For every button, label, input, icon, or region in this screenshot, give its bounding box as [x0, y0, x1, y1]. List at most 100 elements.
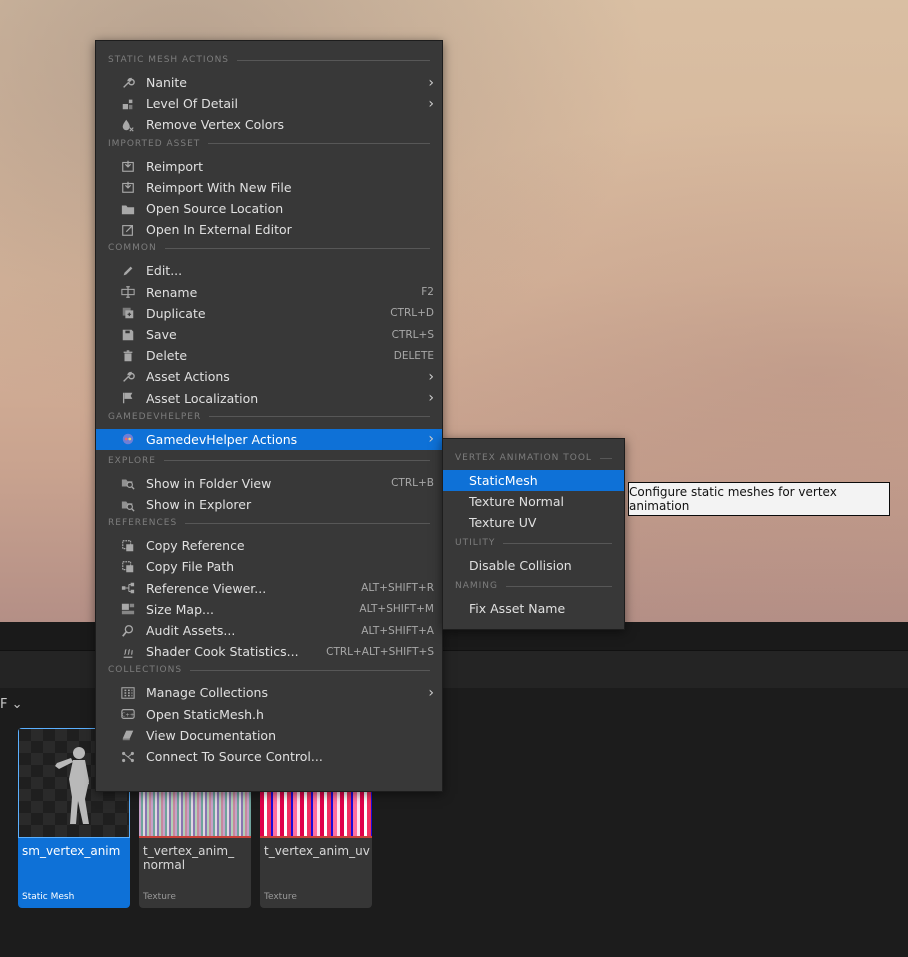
- gamedevhelper-submenu: VERTEX ANIMATION TOOL StaticMesh Texture N…: [442, 438, 625, 630]
- section-divider: [208, 143, 430, 145]
- duplicate-icon: [120, 305, 136, 321]
- menu-item-open-in-external-editor[interactable]: Open In External Editor: [96, 219, 442, 240]
- section-header-static-mesh-actions: STATIC MESH ACTIONS: [108, 53, 430, 67]
- section-divider: [503, 542, 612, 544]
- menu-item-show-in-folder-view[interactable]: Show in Folder View CTRL+B: [96, 473, 442, 494]
- menu-item-shader-cook-statistics[interactable]: Shader Cook Statistics... CTRL+ALT+SHIFT+…: [96, 641, 442, 662]
- cpp-file-icon: C++: [120, 706, 136, 722]
- menu-item-label: Fix Asset Name: [469, 601, 566, 616]
- chevron-right-icon: ›: [428, 368, 434, 385]
- menu-item-connect-to-source-control[interactable]: Connect To Source Control...: [96, 746, 442, 767]
- menu-item-label: View Documentation: [146, 727, 276, 743]
- shortcut-text: CTRL+B: [391, 477, 434, 490]
- menu-item-label: StaticMesh: [469, 473, 538, 488]
- menu-item-nanite[interactable]: Nanite ›: [96, 72, 442, 93]
- section-header-gamedevhelper: GAMEDEVHELPER: [108, 410, 430, 424]
- menu-item-label: Reimport: [146, 158, 204, 174]
- asset-name: sm_vertex_anim: [22, 844, 121, 858]
- menu-item-label: Reference Viewer...: [146, 580, 267, 596]
- section-divider: [237, 59, 430, 61]
- asset-name: t_vertex_anim_uv: [264, 844, 370, 858]
- folder-search-icon: [120, 497, 136, 513]
- submenu-item-fix-asset-name[interactable]: Fix Asset Name: [443, 598, 624, 619]
- section-divider: [164, 247, 430, 249]
- submenu-item-texture-uv[interactable]: Texture UV: [443, 512, 624, 533]
- menu-item-label: Level Of Detail: [146, 96, 239, 112]
- section-header-text: NAMING: [455, 581, 499, 591]
- submenu-item-disable-collision[interactable]: Disable Collision: [443, 555, 624, 576]
- menu-item-duplicate[interactable]: Duplicate CTRL+D: [96, 303, 442, 324]
- asset-context-menu: STATIC MESH ACTIONS Nanite › Level Of Detai…: [95, 40, 443, 792]
- shortcut-text: CTRL+S: [391, 328, 434, 341]
- menu-item-show-in-explorer[interactable]: Show in Explorer: [96, 494, 442, 515]
- audit-icon: [120, 623, 136, 639]
- submenu-item-staticmesh[interactable]: StaticMesh: [443, 470, 624, 491]
- section-header-text: GAMEDEVHELPER: [108, 411, 202, 422]
- folder-search-icon: [120, 475, 136, 491]
- menu-item-asset-localization[interactable]: Asset Localization ›: [96, 388, 442, 409]
- menu-item-label: Rename: [146, 284, 198, 300]
- shortcut-text: CTRL+ALT+SHIFT+S: [326, 645, 434, 658]
- asset-name: t_vertex_anim_ normal: [143, 844, 235, 872]
- menu-item-asset-actions[interactable]: Asset Actions ›: [96, 366, 442, 387]
- chevron-right-icon: ›: [428, 684, 434, 701]
- menu-item-label: Texture Normal: [469, 494, 564, 509]
- texture-bar: [139, 836, 251, 838]
- external-link-icon: [120, 222, 136, 238]
- menu-item-label: Edit...: [146, 263, 183, 279]
- menu-item-label: Size Map...: [146, 601, 214, 617]
- section-header-text: EXPLORE: [108, 455, 156, 466]
- menu-item-remove-vertex-colors[interactable]: Remove Vertex Colors: [96, 114, 442, 135]
- shortcut-text: F2: [421, 286, 434, 299]
- tooltip: Configure static meshes for vertex anima…: [628, 482, 890, 516]
- menu-item-reimport-with-new-file[interactable]: Reimport With New File: [96, 177, 442, 198]
- menu-item-copy-reference[interactable]: Copy Reference: [96, 535, 442, 556]
- menu-item-save[interactable]: Save CTRL+S: [96, 324, 442, 345]
- menu-item-edit[interactable]: Edit...: [96, 260, 442, 281]
- menu-item-label: Asset Actions: [146, 369, 230, 385]
- reimport-icon: [120, 179, 136, 195]
- filter-dropdown[interactable]: F ⌄: [0, 697, 23, 712]
- shortcut-text: DELETE: [393, 349, 434, 362]
- menu-item-open-staticmesh-h[interactable]: C++ Open StaticMesh.h: [96, 704, 442, 725]
- size-map-icon: [120, 601, 136, 617]
- menu-item-open-source-location[interactable]: Open Source Location: [96, 198, 442, 219]
- section-header-vertex-animation-tool: VERTEX ANIMATION TOOL: [455, 451, 612, 465]
- menu-item-audit-assets[interactable]: Audit Assets... ALT+SHIFT+A: [96, 620, 442, 641]
- menu-item-reimport[interactable]: Reimport: [96, 156, 442, 177]
- menu-item-copy-file-path[interactable]: Copy File Path: [96, 556, 442, 577]
- menu-item-size-map[interactable]: Size Map... ALT+SHIFT+M: [96, 599, 442, 620]
- menu-item-label: Delete: [146, 348, 188, 364]
- menu-item-manage-collections[interactable]: Manage Collections ›: [96, 682, 442, 703]
- section-header-text: COLLECTIONS: [108, 665, 183, 676]
- menu-item-reference-viewer[interactable]: Reference Viewer... ALT+SHIFT+R: [96, 578, 442, 599]
- section-header-text: VERTEX ANIMATION TOOL: [455, 453, 592, 463]
- section-header-collections: COLLECTIONS: [108, 663, 430, 677]
- menu-item-gamedevhelper-actions[interactable]: GamedevHelper Actions ›: [96, 428, 442, 450]
- menu-item-label: Copy Reference: [146, 538, 245, 554]
- wrench-icon: [120, 369, 136, 385]
- menu-item-rename[interactable]: Rename F2: [96, 282, 442, 303]
- chevron-right-icon: ›: [428, 390, 434, 407]
- menu-item-label: GamedevHelper Actions: [146, 431, 298, 447]
- menu-item-label: Show in Explorer: [146, 497, 252, 512]
- gamedevhelper-icon: [120, 431, 136, 447]
- chevron-right-icon: ›: [428, 74, 434, 91]
- menu-item-label: Show in Folder View: [146, 475, 272, 491]
- menu-item-label: Audit Assets...: [146, 623, 236, 638]
- menu-item-label: Shader Cook Statistics...: [146, 644, 299, 660]
- pencil-icon: [120, 263, 136, 279]
- menu-item-label: Texture UV: [469, 515, 537, 530]
- shortcut-text: ALT+SHIFT+R: [361, 582, 434, 595]
- wrench-icon: [120, 75, 136, 91]
- save-icon: [120, 327, 136, 343]
- section-header-text: REFERENCES: [108, 518, 178, 529]
- menu-item-delete[interactable]: Delete DELETE: [96, 345, 442, 366]
- section-header-text: COMMON: [108, 243, 157, 254]
- shortcut-text: CTRL+D: [390, 307, 434, 320]
- submenu-item-texture-normal[interactable]: Texture Normal: [443, 491, 624, 512]
- reference-viewer-icon: [120, 580, 136, 596]
- menu-item-level-of-detail[interactable]: Level Of Detail ›: [96, 93, 442, 114]
- menu-item-view-documentation[interactable]: View Documentation: [96, 725, 442, 746]
- menu-item-label: Open In External Editor: [146, 222, 292, 238]
